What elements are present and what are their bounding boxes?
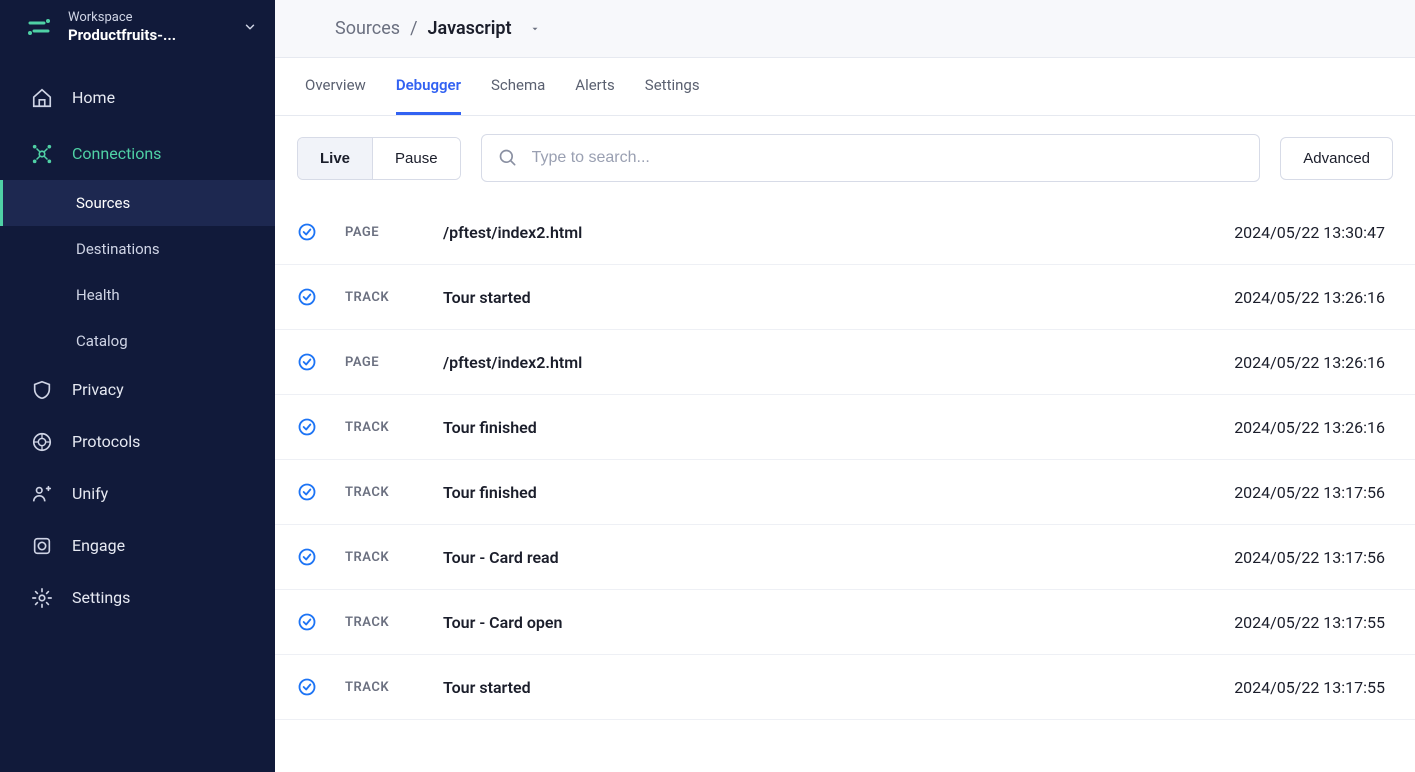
main-nav: Home Connections Sources Destinations He…	[0, 58, 275, 624]
event-row[interactable]: TRACK Tour started 2024/05/22 13:17:55	[275, 655, 1415, 720]
event-row[interactable]: TRACK Tour finished 2024/05/22 13:17:56	[275, 460, 1415, 525]
event-timestamp: 2024/05/22 13:30:47	[1234, 223, 1393, 242]
event-type: TRACK	[345, 680, 415, 695]
engage-icon	[30, 534, 54, 558]
event-timestamp: 2024/05/22 13:26:16	[1234, 288, 1393, 307]
breadcrumb: Sources / Javascript	[335, 18, 1415, 39]
tab-overview[interactable]: Overview	[305, 58, 366, 115]
event-type: PAGE	[345, 225, 415, 240]
event-type: TRACK	[345, 290, 415, 305]
tab-alerts[interactable]: Alerts	[575, 58, 615, 115]
event-timestamp: 2024/05/22 13:17:55	[1234, 678, 1393, 697]
sidebar-item-label: Privacy	[72, 380, 124, 399]
check-circle-icon	[297, 547, 317, 567]
event-name: Tour started	[443, 678, 1206, 697]
event-name: Tour - Card read	[443, 548, 1206, 567]
tab-settings[interactable]: Settings	[645, 58, 700, 115]
chevron-down-icon	[243, 20, 257, 34]
shield-icon	[30, 378, 54, 402]
workspace-switcher[interactable]: Workspace Productfruits-...	[0, 0, 275, 58]
check-circle-icon	[297, 612, 317, 632]
sidebar-item-label: Connections	[72, 144, 161, 163]
gear-icon	[30, 586, 54, 610]
event-row[interactable]: TRACK Tour - Card open 2024/05/22 13:17:55	[275, 590, 1415, 655]
sidebar-item-label: Unify	[72, 484, 108, 503]
tab-schema[interactable]: Schema	[491, 58, 545, 115]
check-circle-icon	[297, 482, 317, 502]
home-icon	[30, 86, 54, 110]
sidebar-item-unify[interactable]: Unify	[0, 468, 275, 520]
connections-icon	[30, 142, 54, 166]
check-circle-icon	[297, 352, 317, 372]
check-circle-icon	[297, 222, 317, 242]
event-name: /pftest/index2.html	[443, 223, 1206, 242]
sidebar-item-label: Engage	[72, 536, 125, 555]
event-type: TRACK	[345, 420, 415, 435]
event-type: TRACK	[345, 615, 415, 630]
live-button[interactable]: Live	[298, 138, 372, 179]
event-timestamp: 2024/05/22 13:26:16	[1234, 353, 1393, 372]
sidebar-item-label: Protocols	[72, 432, 140, 451]
sidebar-item-health[interactable]: Health	[0, 272, 275, 318]
event-timestamp: 2024/05/22 13:26:16	[1234, 418, 1393, 437]
breadcrumb-separator: /	[410, 18, 417, 39]
source-tabs: Overview Debugger Schema Alerts Settings	[275, 58, 1415, 116]
sidebar-item-destinations[interactable]: Destinations	[0, 226, 275, 272]
sidebar-item-connections[interactable]: Connections	[0, 128, 275, 180]
check-circle-icon	[297, 417, 317, 437]
sidebar-item-home[interactable]: Home	[0, 72, 275, 124]
search-icon	[498, 148, 518, 168]
caret-down-icon[interactable]	[530, 24, 540, 34]
event-name: Tour finished	[443, 483, 1206, 502]
event-name: Tour started	[443, 288, 1206, 307]
connections-subnav: Sources Destinations Health Catalog	[0, 180, 275, 364]
segment-logo-icon	[24, 12, 54, 42]
live-pause-toggle: Live Pause	[297, 137, 461, 180]
unify-icon	[30, 482, 54, 506]
sidebar-item-settings[interactable]: Settings	[0, 572, 275, 624]
event-type: TRACK	[345, 485, 415, 500]
event-timestamp: 2024/05/22 13:17:56	[1234, 483, 1393, 502]
sidebar-item-engage[interactable]: Engage	[0, 520, 275, 572]
event-name: Tour - Card open	[443, 613, 1206, 632]
sidebar-item-catalog[interactable]: Catalog	[0, 318, 275, 364]
event-type: TRACK	[345, 550, 415, 565]
workspace-label: Workspace	[68, 10, 176, 26]
pause-button[interactable]: Pause	[372, 138, 460, 179]
event-type: PAGE	[345, 355, 415, 370]
check-circle-icon	[297, 677, 317, 697]
sidebar-item-sources[interactable]: Sources	[0, 180, 275, 226]
protocols-icon	[30, 430, 54, 454]
breadcrumb-current[interactable]: Javascript	[428, 18, 512, 39]
check-circle-icon	[297, 287, 317, 307]
event-row[interactable]: PAGE/pftest/index2.html 2024/05/22 13:30:…	[275, 200, 1415, 265]
sidebar-item-protocols[interactable]: Protocols	[0, 416, 275, 468]
event-list[interactable]: PAGE/pftest/index2.html 2024/05/22 13:30:…	[275, 200, 1415, 772]
event-name: Tour finished	[443, 418, 1206, 437]
search-box[interactable]	[481, 134, 1261, 182]
event-row[interactable]: PAGE/pftest/index2.html 2024/05/22 13:26:…	[275, 330, 1415, 395]
event-row[interactable]: TRACK Tour started 2024/05/22 13:26:16	[275, 265, 1415, 330]
sidebar-item-privacy[interactable]: Privacy	[0, 364, 275, 416]
event-name: /pftest/index2.html	[443, 353, 1206, 372]
main-content: Sources / Javascript Overview Debugger S…	[275, 0, 1415, 772]
event-timestamp: 2024/05/22 13:17:56	[1234, 548, 1393, 567]
workspace-name: Productfruits-...	[68, 26, 176, 44]
event-row[interactable]: TRACK Tour finished 2024/05/22 13:26:16	[275, 395, 1415, 460]
sidebar: Workspace Productfruits-... Home	[0, 0, 275, 772]
sidebar-item-label: Settings	[72, 588, 130, 607]
tab-debugger[interactable]: Debugger	[396, 58, 461, 115]
event-row[interactable]: TRACK Tour - Card read 2024/05/22 13:17:56	[275, 525, 1415, 590]
topbar: Sources / Javascript	[275, 0, 1415, 58]
event-timestamp: 2024/05/22 13:17:55	[1234, 613, 1393, 632]
advanced-button[interactable]: Advanced	[1280, 137, 1393, 180]
sidebar-item-label: Home	[72, 88, 115, 107]
debugger-controls: Live Pause Advanced	[275, 116, 1415, 200]
search-input[interactable]	[532, 149, 1244, 167]
breadcrumb-parent[interactable]: Sources	[335, 18, 400, 39]
